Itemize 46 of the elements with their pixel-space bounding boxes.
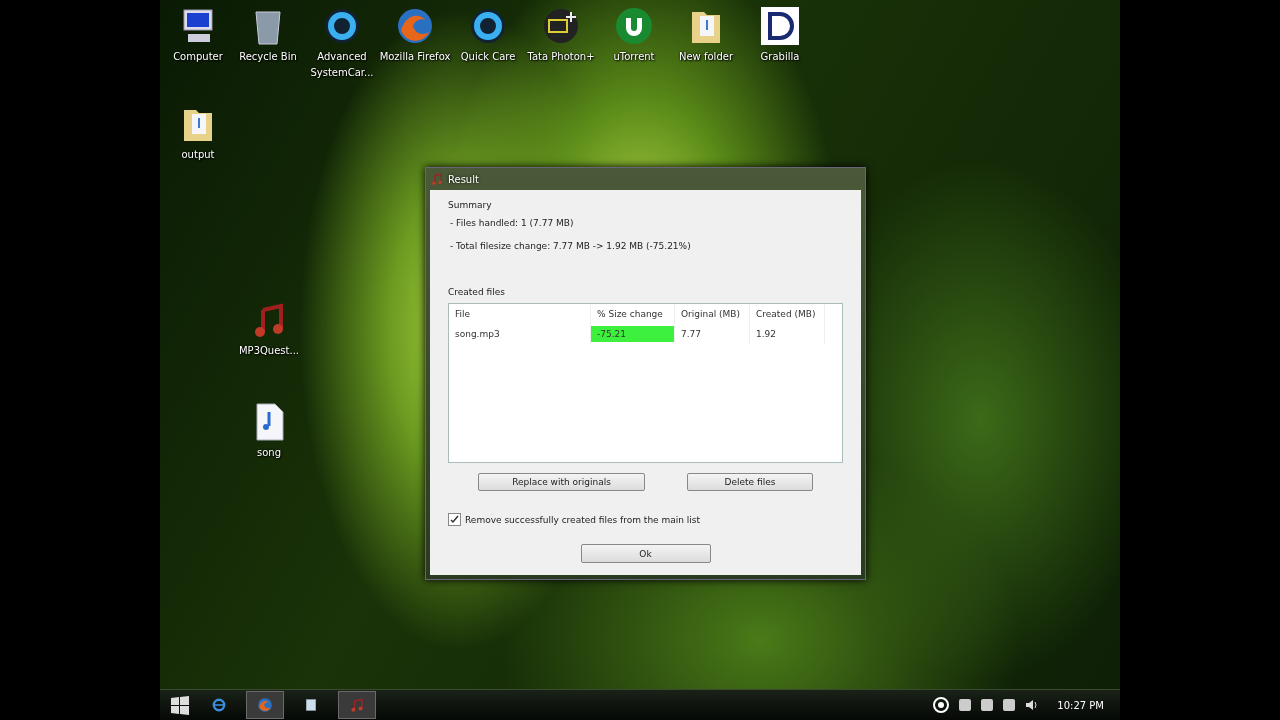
column-header[interactable]: File <box>449 304 591 324</box>
check-icon <box>450 515 459 524</box>
music-note-icon <box>430 172 444 186</box>
desktop-icon-label[interactable]: Quick Care <box>460 49 516 65</box>
circle-icon[interactable] <box>933 697 950 713</box>
ring-icon <box>322 6 362 46</box>
globe-icon <box>395 6 435 46</box>
tray-icon[interactable] <box>981 699 994 711</box>
table-cell: -75.21 <box>591 326 675 342</box>
window-title: Result <box>448 173 479 185</box>
desktop-icon-label[interactable]: New folder <box>679 49 733 65</box>
clock[interactable]: 10:27 PM <box>1057 699 1104 711</box>
column-header[interactable]: Created (MB) <box>750 304 825 324</box>
desktop-icon-label[interactable]: Recycle Bin <box>239 49 297 65</box>
group-heading: Created files <box>448 287 506 297</box>
checkbox-label[interactable]: Remove successfully created files from the main list <box>465 514 701 525</box>
desktop-icon-label[interactable]: song <box>257 445 281 461</box>
desktop-icon-label[interactable]: Grabilla <box>760 49 800 65</box>
globe-icon <box>257 697 273 713</box>
replace-button[interactable]: Replace with originals <box>478 473 645 491</box>
speaker-icon[interactable] <box>1025 699 1040 711</box>
desktop-icon-label[interactable]: uTorrent <box>613 49 655 65</box>
desktop-icon-label[interactable]: Mozilla Firefox <box>379 49 451 65</box>
browser-e-icon[interactable] <box>211 697 227 713</box>
ok-button[interactable]: Ok <box>580 544 711 563</box>
desktop-icon-label[interactable]: output <box>181 147 215 163</box>
summary-line: - Files handled: 1 (7.77 MB) <box>450 218 575 228</box>
modem-icon <box>541 6 581 46</box>
letter-d-icon <box>760 6 800 46</box>
column-header[interactable]: Original (MB) <box>675 304 750 324</box>
ring-icon <box>468 6 508 46</box>
window-icon[interactable] <box>303 697 319 713</box>
table-cell: 1.92 <box>750 324 825 344</box>
desktop-icon-label[interactable]: MP3Quest... <box>238 343 300 359</box>
music-note-icon <box>349 697 365 713</box>
start-icon[interactable] <box>168 693 192 717</box>
delete-button[interactable]: Delete files <box>687 473 813 491</box>
group-heading: Summary <box>448 200 493 210</box>
desktop-icon-label[interactable]: Advanced SystemCar... <box>304 49 380 81</box>
table-cell: 7.77 <box>675 324 750 344</box>
column-header[interactable]: % Size change <box>591 304 675 324</box>
desktop-icon-label[interactable]: Tata Photon+ <box>527 49 595 65</box>
desktop-icon-label[interactable]: Computer <box>173 49 223 65</box>
checkbox[interactable] <box>448 513 461 526</box>
summary-line: - Total filesize change: 7.77 MB -> 1.92 MB (-75.21%) <box>450 241 692 251</box>
torrent-icon <box>614 6 654 46</box>
